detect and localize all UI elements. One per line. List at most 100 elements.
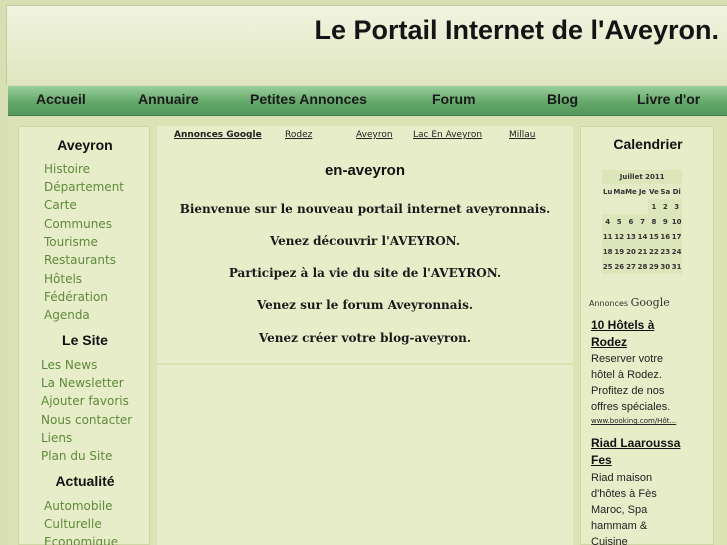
ad-title-hotels-rodez[interactable]: 10 Hôtels à Rodez (591, 317, 654, 351)
calendar-day[interactable]: 5 (613, 214, 626, 229)
calendar-day-header: Lu (602, 184, 614, 199)
forum-message: Venez sur le forum Aveyronnais. (256, 298, 474, 312)
ads-by-google-label: Annonces Google (589, 296, 670, 309)
ad-link-rodez[interactable]: Rodez (285, 130, 312, 140)
discover-message: Venez découvrir l'AVEYRON. (269, 234, 461, 248)
calendar-day[interactable]: 23 (659, 244, 671, 259)
sidebar-link-news[interactable]: Les News (41, 358, 97, 372)
calendar-day[interactable]: 28 (636, 259, 649, 274)
sidebar-link-culturelle[interactable]: Culturelle (44, 517, 102, 531)
center-content: Annonces Google Rodez Aveyron Lac En Ave… (157, 126, 573, 363)
sidebar-link-tourisme[interactable]: Tourisme (44, 235, 98, 249)
calendar-day-header: Ma (613, 184, 626, 199)
sidebar-link-carte[interactable]: Carte (44, 198, 77, 212)
google-brand: Google (630, 296, 670, 309)
sidebar-link-automobile[interactable]: Automobile (44, 499, 113, 513)
blog-message: Venez créer votre blog-aveyron. (258, 331, 472, 345)
calendar-day[interactable]: 22 (648, 244, 660, 259)
calendar-day[interactable]: 25 (602, 259, 614, 274)
calendar-day[interactable]: 26 (613, 259, 626, 274)
ads-label-text: Annonces (589, 299, 629, 308)
ad-title-riad-laaroussa[interactable]: Riad Laaroussa Fes (591, 435, 680, 469)
calendar-day[interactable]: 19 (613, 244, 626, 259)
ad-text-riad-laaroussa: Riad maison d'hôtes à Fès Maroc, Spa ham… (591, 470, 706, 545)
sidebar-link-newsletter[interactable]: La Newsletter (41, 376, 124, 390)
calendar-day[interactable]: 9 (659, 214, 671, 229)
ad-text-line: Profitez de nos (591, 385, 665, 397)
nav-blog[interactable]: Blog (547, 91, 578, 107)
calendar-title: Calendrier (613, 136, 683, 152)
calendar-day[interactable]: 17 (670, 229, 683, 244)
calendar-day[interactable]: 21 (636, 244, 649, 259)
calendar-day[interactable]: 3 (670, 199, 683, 214)
sidebar-link-agenda[interactable]: Agenda (44, 308, 90, 322)
calendar-day[interactable]: 30 (659, 259, 671, 274)
ad-link-aveyron[interactable]: Aveyron (356, 130, 393, 140)
calendar-day-header: Di (670, 184, 683, 199)
calendar-month: Juillet 2011 (602, 170, 683, 184)
ad-link-lac-en-aveyron[interactable]: Lac En Aveyron (413, 130, 482, 140)
calendar-day[interactable]: 29 (648, 259, 660, 274)
calendar-day[interactable]: 4 (602, 214, 614, 229)
right-sidebar: Calendrier Juillet 2011 Lu Ma Me Je Ve S… (580, 126, 714, 545)
sidebar-link-nous-contacter[interactable]: Nous contacter (41, 413, 132, 427)
ad-title-line: Fes (591, 453, 612, 467)
center-lower-panel (157, 365, 573, 545)
le-site-section-title: Le Site (62, 332, 108, 348)
sidebar-link-communes[interactable]: Communes (44, 217, 112, 231)
sidebar-link-restaurants[interactable]: Restaurants (44, 253, 116, 267)
calendar-day[interactable]: 13 (625, 229, 637, 244)
ad-text-line: Cuisine (591, 536, 628, 545)
nav-accueil[interactable]: Accueil (36, 91, 86, 107)
sidebar-link-federation[interactable]: Fédération (44, 290, 108, 304)
ad-text-hotels-rodez: Reserver votre hôtel à Rodez. Profitez d… (591, 351, 706, 415)
calendar-day[interactable]: 18 (602, 244, 614, 259)
calendar-day[interactable]: 1 (648, 199, 660, 214)
calendar-day-header: Ve (648, 184, 660, 199)
ad-link-millau[interactable]: Millau (509, 130, 536, 140)
calendar-day-header: Me (625, 184, 637, 199)
calendar-day[interactable]: 27 (625, 259, 637, 274)
sidebar-link-plan-du-site[interactable]: Plan du Site (41, 449, 112, 463)
calendar-day (613, 199, 625, 214)
sidebar-link-liens[interactable]: Liens (41, 431, 72, 445)
ad-title-line: Rodez (591, 335, 627, 349)
ad-text-line: hôtel à Rodez. (591, 369, 662, 381)
calendar-day[interactable]: 11 (602, 229, 614, 244)
ad-title-line: Riad Laaroussa (591, 436, 681, 450)
center-heading: en-aveyron (324, 162, 406, 179)
ad-text-line: Reserver votre (591, 353, 664, 365)
sidebar-link-hotels[interactable]: Hôtels (44, 272, 82, 286)
calendar-day-header: Je (636, 184, 649, 199)
calendar-day[interactable]: 31 (670, 259, 683, 274)
sidebar-link-histoire[interactable]: Histoire (44, 162, 90, 176)
calendar-day[interactable]: 10 (670, 214, 683, 229)
calendar-day[interactable]: 15 (648, 229, 660, 244)
site-title: Le Portail Internet de l'Aveyron. (314, 15, 719, 45)
nav-annuaire[interactable]: Annuaire (138, 91, 199, 107)
calendar-day[interactable]: 24 (670, 244, 683, 259)
header: Le Portail Internet de l'Aveyron. (6, 5, 727, 85)
calendar-day[interactable]: 20 (625, 244, 637, 259)
calendar-day[interactable]: 2 (659, 199, 671, 214)
sidebar-link-economique[interactable]: Economique (44, 535, 118, 545)
calendar-day[interactable]: 7 (636, 214, 649, 229)
ad-text-line: offres spéciales. (591, 401, 671, 413)
nav-livre-dor[interactable]: Livre d'or (637, 91, 700, 107)
calendar-day[interactable]: 8 (648, 214, 660, 229)
calendar-day[interactable]: 14 (636, 229, 649, 244)
sidebar-link-ajouter-favoris[interactable]: Ajouter favoris (41, 394, 129, 408)
calendar: Juillet 2011 Lu Ma Me Je Ve Sa Di 1 2 3 … (602, 170, 683, 274)
nav-forum[interactable]: Forum (432, 91, 476, 107)
nav-petites-annonces[interactable]: Petites Annonces (250, 91, 367, 107)
ad-url-booking[interactable]: www.booking.com/Hôt... (591, 417, 676, 425)
calendar-day (625, 199, 637, 214)
ad-link-annonces-google[interactable]: Annonces Google (174, 130, 262, 140)
calendar-day[interactable]: 16 (659, 229, 671, 244)
main-nav: Accueil Annuaire Petites Annonces Forum … (8, 86, 727, 116)
ad-text-line: hammam & (591, 520, 648, 532)
calendar-day[interactable]: 12 (613, 229, 626, 244)
sidebar-link-departement[interactable]: Département (44, 180, 124, 194)
calendar-day[interactable]: 6 (625, 214, 637, 229)
ad-text-line: d'hôtes à Fès (591, 488, 657, 500)
